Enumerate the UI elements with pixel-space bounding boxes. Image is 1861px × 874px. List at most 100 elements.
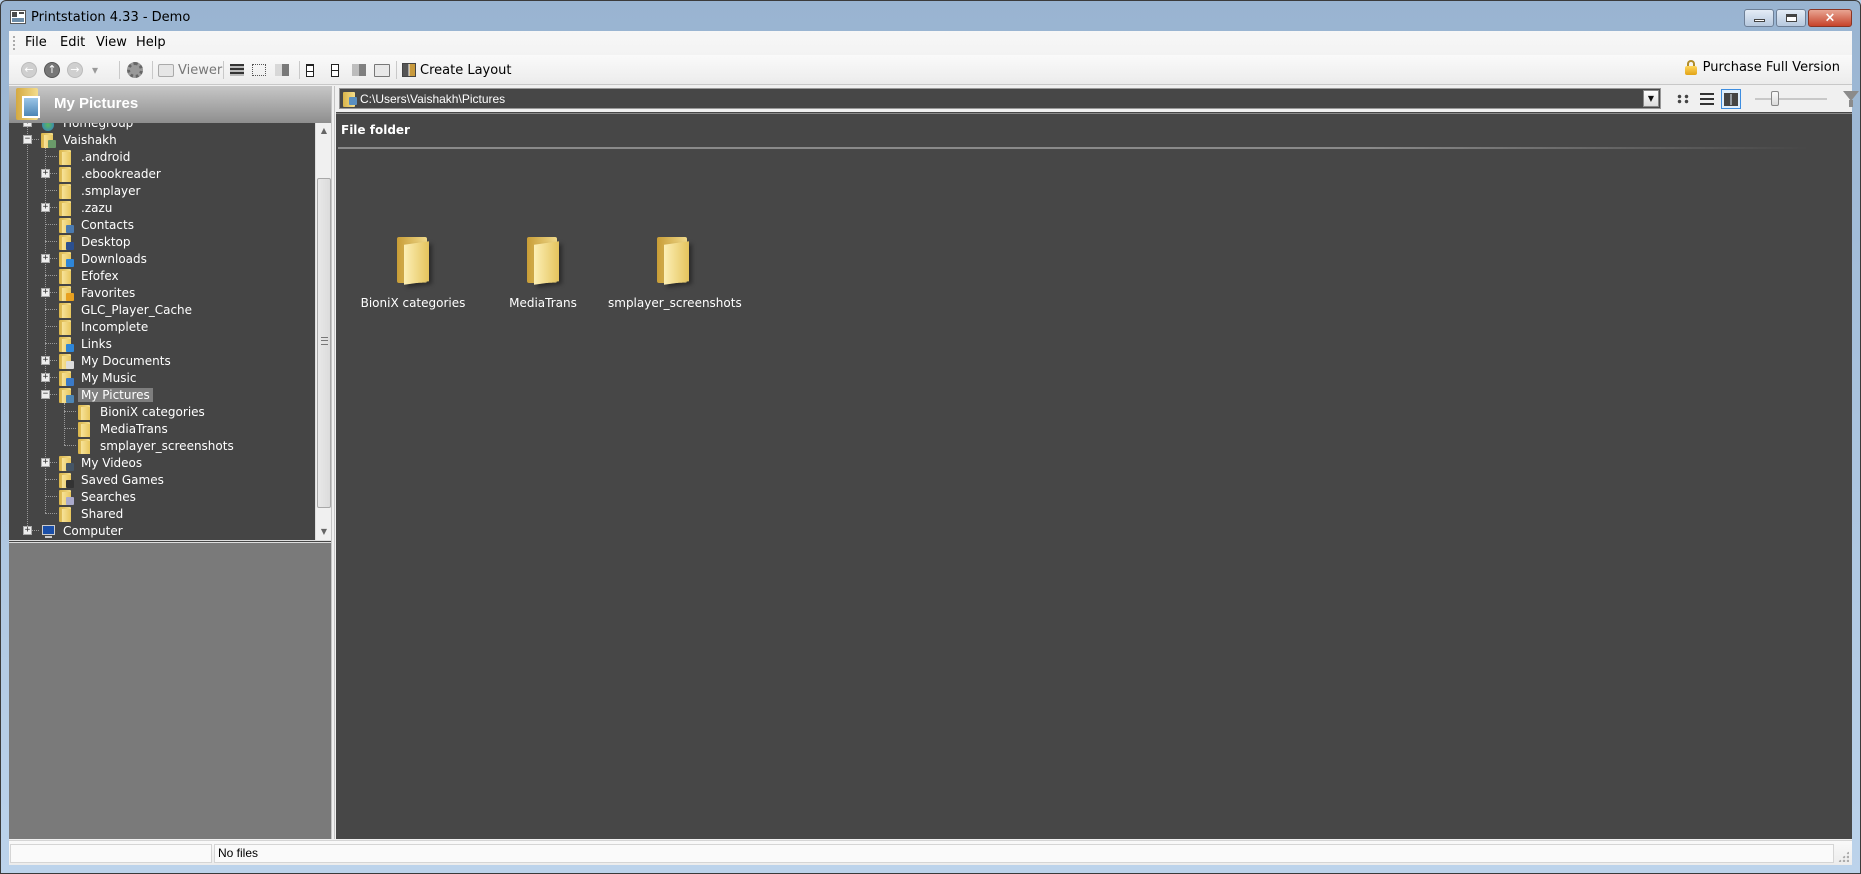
folder-tile[interactable]: smplayer_screenshots bbox=[608, 237, 742, 310]
resize-grip[interactable] bbox=[1838, 851, 1849, 862]
tree-item-label: Vaishakh bbox=[63, 132, 117, 147]
scroll-down-button[interactable]: ▼ bbox=[316, 524, 331, 540]
invert-selection-button[interactable] bbox=[275, 60, 289, 80]
folder-tile-label: BioniX categories bbox=[360, 296, 466, 310]
slider-knob[interactable] bbox=[1771, 91, 1779, 106]
tree-item[interactable]: Saved Games bbox=[58, 471, 167, 488]
expand-icon[interactable]: + bbox=[41, 203, 50, 212]
expand-icon[interactable]: + bbox=[41, 288, 50, 297]
expand-icon[interactable]: + bbox=[41, 373, 50, 382]
menubar-grip[interactable] bbox=[13, 36, 15, 50]
select-all-button[interactable] bbox=[230, 60, 244, 80]
gear-icon bbox=[127, 62, 143, 78]
forward-button[interactable]: → bbox=[67, 60, 83, 80]
status-bar: No files bbox=[9, 840, 1852, 865]
thumbnail-view-button[interactable] bbox=[1673, 89, 1693, 109]
settings-button[interactable] bbox=[127, 60, 143, 80]
tree-item[interactable]: Efofex bbox=[58, 267, 122, 284]
menu-view[interactable]: View bbox=[96, 35, 127, 50]
create-layout-button[interactable]: Create Layout bbox=[402, 60, 512, 80]
filter-icon[interactable] bbox=[1843, 91, 1859, 107]
check-all-button[interactable] bbox=[306, 60, 314, 80]
title-bar[interactable]: Printstation 4.33 - Demo × bbox=[1, 1, 1860, 31]
tree-item-label: My Pictures bbox=[78, 387, 153, 402]
toolbar-separator bbox=[299, 61, 300, 79]
large-icons-view-button[interactable] bbox=[1721, 89, 1741, 109]
back-icon: ← bbox=[21, 62, 37, 78]
tree-item[interactable]: .android bbox=[58, 148, 133, 165]
expand-icon[interactable]: + bbox=[23, 526, 32, 535]
tree-item[interactable]: Desktop bbox=[58, 233, 134, 250]
status-file-count: No files bbox=[214, 844, 1834, 863]
panel-splitter[interactable] bbox=[331, 86, 335, 839]
tree-item[interactable]: .smplayer bbox=[58, 182, 143, 199]
tree-item[interactable]: Incomplete bbox=[58, 318, 151, 335]
tree-item-label: Homegroup bbox=[60, 123, 136, 130]
menu-edit[interactable]: Edit bbox=[60, 35, 85, 50]
client-area: File Edit View Help ← ↑ → ▾ Viewer Creat… bbox=[9, 31, 1859, 865]
tree-item[interactable]: My Videos bbox=[58, 454, 145, 471]
tree-item[interactable]: Downloads bbox=[58, 250, 150, 267]
tree-item[interactable]: Vaishakh bbox=[40, 131, 120, 148]
menu-bar: File Edit View Help bbox=[9, 31, 1852, 55]
close-button[interactable]: × bbox=[1808, 9, 1852, 27]
viewer-button[interactable]: Viewer bbox=[158, 60, 222, 80]
menu-help[interactable]: Help bbox=[136, 35, 166, 50]
tree-item[interactable]: Shared bbox=[58, 505, 126, 522]
tree-item-label: Shared bbox=[81, 506, 124, 521]
desktop-folder-icon bbox=[58, 234, 74, 250]
expand-icon[interactable]: + bbox=[41, 254, 50, 263]
tree-item[interactable]: GLC_Player_Cache bbox=[58, 301, 195, 318]
minimize-button[interactable] bbox=[1744, 9, 1774, 27]
address-dropdown-button[interactable]: ▼ bbox=[1643, 90, 1659, 107]
tree-item[interactable]: Links bbox=[58, 335, 115, 352]
address-bar: C:\Users\Vaishakh\Pictures ▼ bbox=[336, 86, 1859, 112]
tree-item[interactable]: My Documents bbox=[58, 352, 174, 369]
tree-item[interactable]: My Music bbox=[58, 369, 139, 386]
list-icon bbox=[1700, 92, 1714, 106]
tree-item-label: Desktop bbox=[81, 234, 131, 249]
menu-file[interactable]: File bbox=[25, 35, 47, 50]
tree-item[interactable]: Homegroup bbox=[40, 123, 136, 131]
collapse-icon[interactable]: − bbox=[23, 135, 32, 144]
viewer-label: Viewer bbox=[178, 62, 223, 78]
expand-icon[interactable]: + bbox=[41, 458, 50, 467]
searches-folder-icon bbox=[58, 489, 74, 505]
uncheck-all-button[interactable] bbox=[331, 60, 339, 80]
tree-scrollbar[interactable]: ▲ ▼ bbox=[315, 123, 331, 540]
expand-icon[interactable]: + bbox=[23, 123, 32, 127]
thumbnail-size-slider[interactable] bbox=[1755, 91, 1827, 107]
tree-item[interactable]: smplayer_screenshots bbox=[77, 437, 237, 454]
tree-item[interactable]: Searches bbox=[58, 488, 139, 505]
select-none-button[interactable] bbox=[252, 60, 266, 80]
tree-item[interactable]: Computer bbox=[40, 522, 126, 539]
tree-guide-line bbox=[64, 428, 76, 429]
scroll-up-button[interactable]: ▲ bbox=[316, 123, 331, 139]
open-folder-button[interactable] bbox=[374, 60, 390, 80]
tree-item[interactable]: Contacts bbox=[58, 216, 137, 233]
folder-tile[interactable]: MediaTrans bbox=[478, 237, 608, 310]
folder-tile[interactable]: BioniX categories bbox=[348, 237, 478, 310]
address-field[interactable]: C:\Users\Vaishakh\Pictures ▼ bbox=[339, 88, 1661, 109]
details-view-button[interactable] bbox=[1697, 89, 1717, 109]
close-icon: × bbox=[1824, 10, 1836, 26]
expand-icon[interactable]: + bbox=[41, 169, 50, 178]
tree-item[interactable]: Favorites bbox=[58, 284, 138, 301]
file-view[interactable]: File folder BioniX categories MediaTrans… bbox=[336, 113, 1852, 839]
scroll-thumb[interactable] bbox=[317, 178, 331, 508]
back-button[interactable]: ← bbox=[21, 60, 37, 80]
folder-icon bbox=[58, 166, 74, 182]
tree-item[interactable]: .ebookreader bbox=[58, 165, 164, 182]
collapse-icon[interactable]: − bbox=[41, 390, 50, 399]
tree-item[interactable]: My Pictures bbox=[58, 386, 153, 403]
invert-check-button[interactable] bbox=[352, 60, 366, 80]
purchase-full-version-button[interactable]: Purchase Full Version bbox=[1684, 60, 1840, 75]
tree-item[interactable]: .zazu bbox=[58, 199, 115, 216]
expand-icon[interactable]: + bbox=[41, 356, 50, 365]
folder-tree[interactable]: + Homegroup − Vaishakh .android + .ebookreader… bbox=[9, 123, 331, 543]
tree-item[interactable]: MediaTrans bbox=[77, 420, 171, 437]
history-dropdown[interactable]: ▾ bbox=[92, 60, 98, 80]
tree-item[interactable]: BioniX categories bbox=[77, 403, 208, 420]
maximize-button[interactable] bbox=[1776, 9, 1806, 27]
up-button[interactable]: ↑ bbox=[44, 60, 60, 80]
